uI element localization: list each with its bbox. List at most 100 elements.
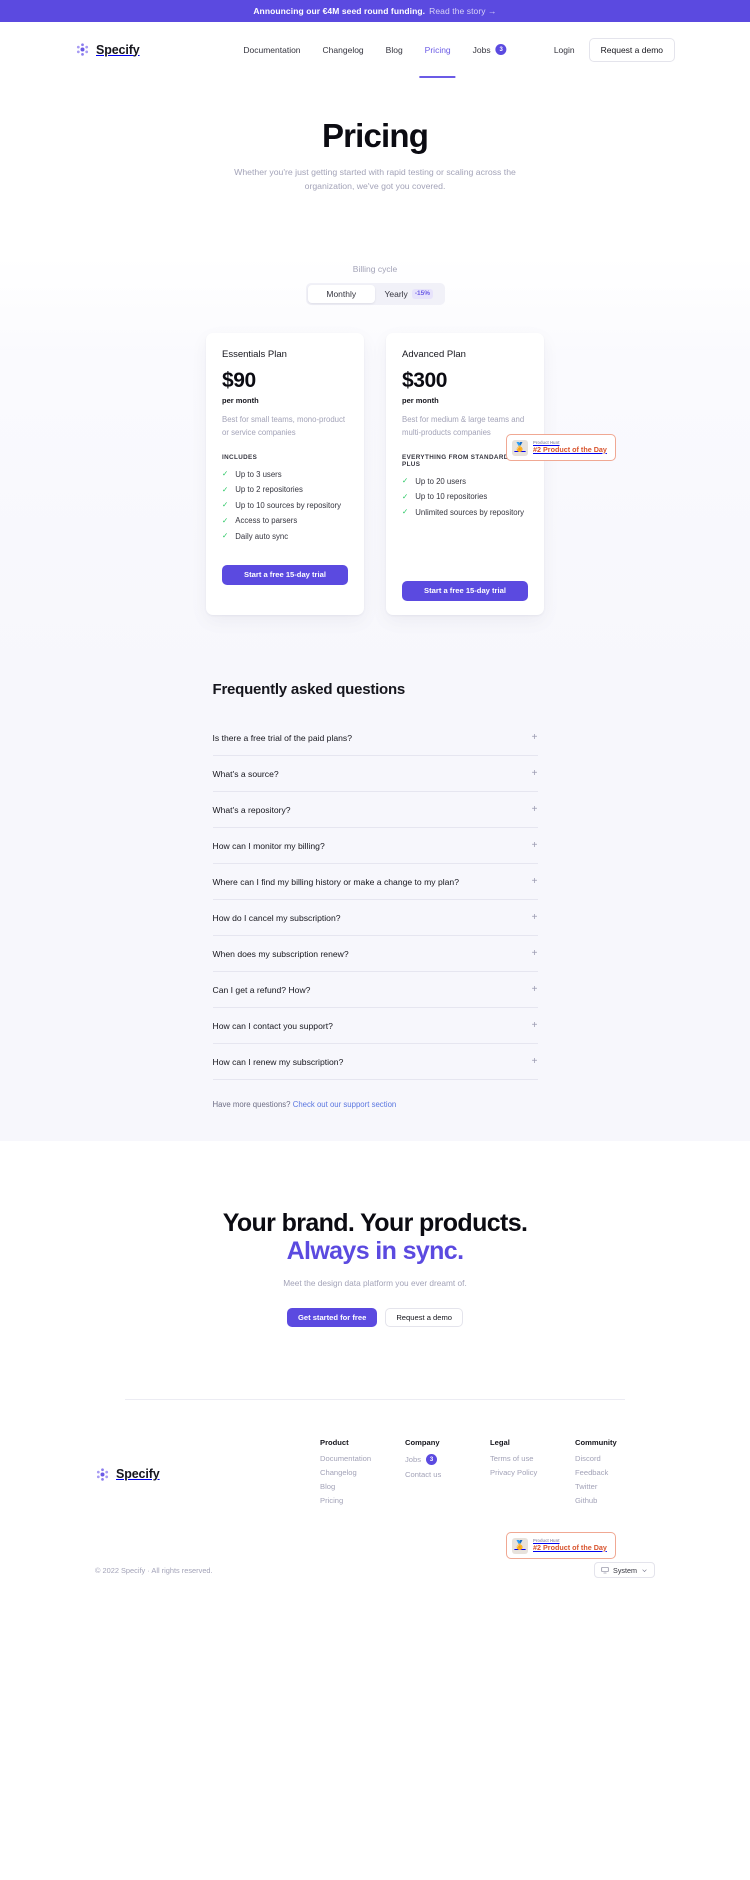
copyright-text: © 2022 Specify · All rights reserved. <box>95 1565 213 1575</box>
footer-link-changelog[interactable]: Changelog <box>320 1468 405 1477</box>
nav-links: Documentation Changelog Blog Pricing Job… <box>243 44 507 78</box>
footer-link-terms-of-use[interactable]: Terms of use <box>490 1454 575 1463</box>
plus-icon[interactable]: + <box>532 732 538 743</box>
billing-option-yearly[interactable]: Yearly -15% <box>375 285 443 303</box>
cta-heading-line2: Always in sync. <box>286 1237 464 1266</box>
footer-link-label: Privacy Policy <box>490 1468 538 1478</box>
footer-link-feedback[interactable]: Feedback <box>575 1468 617 1477</box>
check-icon: ✓ <box>222 515 229 525</box>
plan-feature-label: Up to 2 repositories <box>235 485 303 495</box>
nav-link-label: Jobs <box>472 44 491 55</box>
start-trial-button-advanced[interactable]: Start a free 15-day trial <box>402 580 528 601</box>
plus-icon[interactable]: + <box>532 876 538 887</box>
faq-item[interactable]: How can I monitor my billing? + <box>212 828 538 864</box>
footer-column-community: Community Discord Feedback Twitter Githu… <box>575 1438 617 1510</box>
footer-column-title: Legal <box>490 1438 510 1448</box>
footer-column-title: Community <box>575 1438 617 1448</box>
main-navigation: Specify Documentation Changelog Blog Pri… <box>0 22 750 78</box>
theme-selector[interactable]: System <box>594 1562 655 1579</box>
check-icon: ✓ <box>222 484 229 494</box>
support-section-link[interactable]: Check out our support section <box>293 1100 397 1109</box>
faq-question: Where can I find my billing history or m… <box>212 876 459 887</box>
footer-link-privacy-policy[interactable]: Privacy Policy <box>490 1468 575 1477</box>
cta-heading-line1: Your brand. Your products. <box>222 1208 528 1237</box>
faq-item[interactable]: How can I contact you support? + <box>212 1008 538 1044</box>
footer-link-github[interactable]: Github <box>575 1496 617 1505</box>
footer-link-label: Documentation <box>320 1454 372 1464</box>
faq-item[interactable]: Is there a free trial of the paid plans?… <box>212 720 538 756</box>
footer-link-contact-us[interactable]: Contact us <box>405 1470 490 1479</box>
announcement-bar[interactable]: Announcing our €4M seed round funding. R… <box>0 0 750 22</box>
site-footer: Specify Product Documentation Changelog … <box>0 1327 750 1619</box>
plus-icon[interactable]: + <box>532 984 538 995</box>
request-demo-button-footer[interactable]: Request a demo <box>385 1308 464 1328</box>
plan-feature-label: Up to 20 users <box>415 476 467 486</box>
footer-column-legal: Legal Terms of use Privacy Policy <box>490 1438 575 1510</box>
faq-item[interactable]: Where can I find my billing history or m… <box>212 864 538 900</box>
hero-subtitle: Whether you're just getting started with… <box>234 167 516 192</box>
footer-link-label: Discord <box>575 1454 601 1464</box>
plus-icon[interactable]: + <box>532 768 538 779</box>
nav-link-label: Pricing <box>424 44 451 55</box>
plus-icon[interactable]: + <box>532 840 538 851</box>
plan-includes-label: INCLUDES <box>222 453 258 461</box>
start-trial-button-essentials[interactable]: Start a free 15-day trial <box>222 564 348 585</box>
login-link[interactable]: Login <box>554 45 575 55</box>
plan-feature: ✓ Up to 10 repositories <box>402 492 528 501</box>
nav-link-jobs[interactable]: Jobs 3 <box>473 44 507 55</box>
faq-item[interactable]: What's a repository? + <box>212 792 538 828</box>
footer-column-title: Company <box>405 1438 440 1448</box>
jobs-count-badge: 3 <box>495 44 507 55</box>
footer-brand-link[interactable]: Specify <box>95 1438 320 1510</box>
footer-link-pricing[interactable]: Pricing <box>320 1496 405 1505</box>
plus-icon[interactable]: + <box>532 1020 538 1031</box>
plan-name: Essentials Plan <box>222 348 287 360</box>
faq-item[interactable]: How do I cancel my subscription? + <box>212 900 538 936</box>
billing-option-monthly[interactable]: Monthly <box>307 284 375 303</box>
footer-link-jobs[interactable]: Jobs 3 <box>405 1454 490 1466</box>
nav-link-changelog[interactable]: Changelog <box>323 45 364 55</box>
faq-item[interactable]: How can I renew my subscription? + <box>212 1044 538 1080</box>
footer-jobs-badge: 3 <box>426 1454 438 1466</box>
footer-column-title: Product <box>320 1438 349 1448</box>
announcement-text: Announcing our €4M seed round funding. <box>253 6 426 16</box>
nav-link-pricing[interactable]: Pricing <box>419 44 456 78</box>
check-icon: ✓ <box>222 500 229 510</box>
footer-column-product: Product Documentation Changelog Blog Pri… <box>320 1438 405 1510</box>
footer-link-blog[interactable]: Blog <box>320 1482 405 1491</box>
billing-cycle-toggle[interactable]: Monthly Yearly -15% <box>305 282 445 305</box>
cta-section: Your brand. Your products. Always in syn… <box>0 1140 750 1328</box>
footer-columns: Product Documentation Changelog Blog Pri… <box>320 1438 655 1510</box>
footer-link-discord[interactable]: Discord <box>575 1454 617 1463</box>
nav-link-blog[interactable]: Blog <box>386 45 403 55</box>
get-started-button[interactable]: Get started for free <box>286 1308 378 1328</box>
product-hunt-badge-bottom[interactable]: 🏅 Product Hunt #2 Product of the Day <box>506 1532 616 1559</box>
nav-link-documentation[interactable]: Documentation <box>243 45 300 55</box>
footer-link-label: Changelog <box>320 1468 357 1478</box>
plus-icon[interactable]: + <box>532 948 538 959</box>
plus-icon[interactable]: + <box>532 912 538 923</box>
footer-link-twitter[interactable]: Twitter <box>575 1482 617 1491</box>
brand-logo-link[interactable]: Specify <box>75 42 140 57</box>
footer-brand-name: Specify <box>116 1467 160 1482</box>
faq-question: When does my subscription renew? <box>212 948 349 959</box>
nav-link-label: Documentation <box>243 44 301 55</box>
plan-feature-label: Unlimited sources by repository <box>415 507 525 517</box>
plus-icon[interactable]: + <box>532 804 538 815</box>
faq-item[interactable]: What's a source? + <box>212 756 538 792</box>
footer-link-documentation[interactable]: Documentation <box>320 1454 405 1463</box>
product-hunt-avatar-icon: 🏅 <box>512 439 528 456</box>
announcement-link[interactable]: Read the story → <box>429 6 497 16</box>
product-hunt-badge-top[interactable]: 🏅 Product Hunt #2 Product of the Day <box>506 434 616 461</box>
check-icon: ✓ <box>402 507 409 517</box>
faq-question: How can I monitor my billing? <box>212 840 325 851</box>
chevron-down-icon <box>642 1569 647 1572</box>
plan-feature-label: Up to 3 users <box>235 469 282 479</box>
faq-item[interactable]: Can I get a refund? How? + <box>212 972 538 1008</box>
plan-period: per month <box>222 395 259 405</box>
faq-item[interactable]: When does my subscription renew? + <box>212 936 538 972</box>
plus-icon[interactable]: + <box>532 1056 538 1067</box>
footer-column-company: Company Jobs 3 Contact us <box>405 1438 490 1510</box>
request-demo-button[interactable]: Request a demo <box>588 37 675 62</box>
page-title: Pricing <box>321 117 429 154</box>
